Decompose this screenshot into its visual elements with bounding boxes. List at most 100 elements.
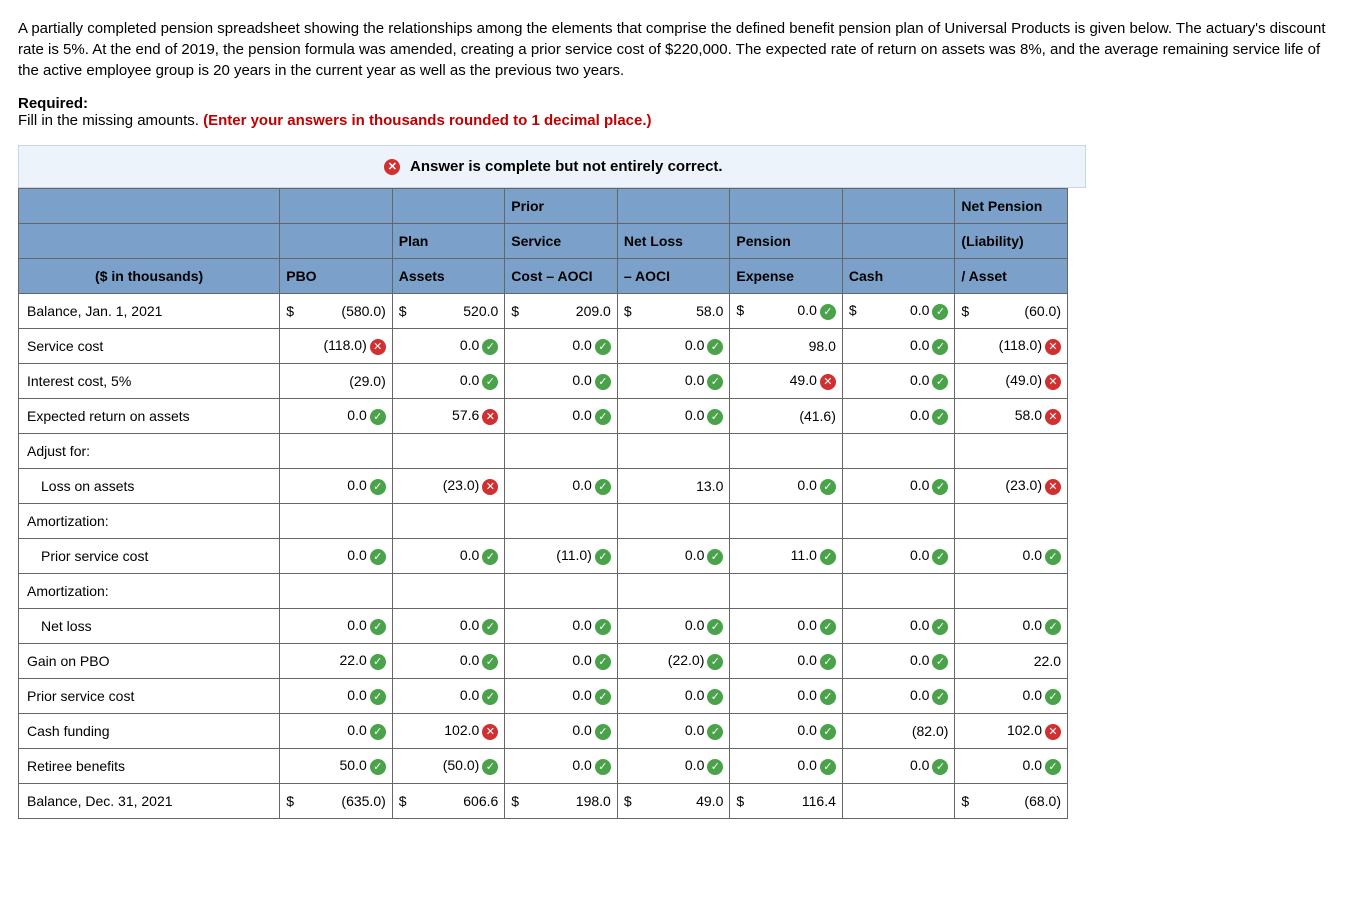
value-cell[interactable]: 0.0✓	[955, 609, 1068, 644]
value-cell[interactable]	[842, 434, 955, 469]
value-cell[interactable]: (82.0)	[842, 714, 955, 749]
value-cell[interactable]: (50.0)✓	[392, 749, 505, 784]
value-cell[interactable]: 0.0✓	[842, 469, 955, 504]
value-cell[interactable]: $49.0	[617, 784, 730, 819]
value-cell[interactable]: 0.0✓	[617, 399, 730, 434]
value-cell[interactable]: 0.0✓	[505, 679, 618, 714]
value-cell[interactable]	[505, 434, 618, 469]
value-cell[interactable]: 0.0✓	[505, 644, 618, 679]
value-cell[interactable]: 0.0✓	[280, 399, 393, 434]
value-cell[interactable]: 0.0✓	[842, 539, 955, 574]
value-cell[interactable]	[842, 504, 955, 539]
value-cell[interactable]: (11.0)✓	[505, 539, 618, 574]
value-cell[interactable]: 11.0✓	[730, 539, 843, 574]
value-cell[interactable]: 0.0✓	[392, 329, 505, 364]
value-cell[interactable]: 0.0✓	[842, 329, 955, 364]
value-cell[interactable]: 0.0✓	[842, 364, 955, 399]
value-cell[interactable]: $(60.0)	[955, 294, 1068, 329]
value-cell[interactable]: (23.0)✕	[392, 469, 505, 504]
value-cell[interactable]	[392, 504, 505, 539]
value-cell[interactable]	[392, 574, 505, 609]
value-cell[interactable]	[955, 574, 1068, 609]
value-cell[interactable]	[730, 574, 843, 609]
value-cell[interactable]	[392, 434, 505, 469]
value-cell[interactable]: 0.0✓	[842, 609, 955, 644]
value-cell[interactable]: 0.0✓	[280, 609, 393, 644]
value-cell[interactable]	[842, 784, 955, 819]
value-cell[interactable]	[280, 504, 393, 539]
value-cell[interactable]: 0.0✓	[280, 469, 393, 504]
value-cell[interactable]: 98.0	[730, 329, 843, 364]
value-cell[interactable]: 0.0✓	[617, 329, 730, 364]
value-cell[interactable]: 0.0✓	[617, 539, 730, 574]
value-cell[interactable]: 0.0✓	[505, 329, 618, 364]
value-cell[interactable]	[280, 434, 393, 469]
value-cell[interactable]: $520.0	[392, 294, 505, 329]
value-cell[interactable]	[842, 574, 955, 609]
value-cell[interactable]	[617, 574, 730, 609]
value-cell[interactable]: 0.0✓	[730, 714, 843, 749]
value-cell[interactable]: (29.0)	[280, 364, 393, 399]
value-cell[interactable]: 0.0✓	[505, 364, 618, 399]
value-cell[interactable]: 0.0✓	[505, 469, 618, 504]
value-cell[interactable]: (118.0)✕	[955, 329, 1068, 364]
value-cell[interactable]: 0.0✓	[505, 399, 618, 434]
value-cell[interactable]: 0.0✓	[392, 539, 505, 574]
value-cell[interactable]: 0.0✓	[955, 539, 1068, 574]
value-cell[interactable]	[280, 574, 393, 609]
value-cell[interactable]: 0.0✓	[617, 679, 730, 714]
value-cell[interactable]: $(580.0)	[280, 294, 393, 329]
value-cell[interactable]: 0.0✓	[730, 679, 843, 714]
value-cell[interactable]: 0.0✓	[730, 644, 843, 679]
value-cell[interactable]: (49.0)✕	[955, 364, 1068, 399]
value-cell[interactable]: 13.0	[617, 469, 730, 504]
value-cell[interactable]: $58.0	[617, 294, 730, 329]
value-cell[interactable]: 22.0✓	[280, 644, 393, 679]
value-cell[interactable]: 0.0✓	[955, 749, 1068, 784]
value-cell[interactable]	[730, 504, 843, 539]
value-cell[interactable]: 0.0✓	[842, 749, 955, 784]
value-cell[interactable]: 0.0✓	[505, 609, 618, 644]
value-cell[interactable]: 0.0✓	[280, 539, 393, 574]
value-cell[interactable]: 50.0✓	[280, 749, 393, 784]
value-cell[interactable]: 0.0✓	[730, 749, 843, 784]
value-cell[interactable]: 0.0✓	[617, 714, 730, 749]
value-cell[interactable]: (22.0)✓	[617, 644, 730, 679]
value-cell[interactable]: 0.0✓	[392, 364, 505, 399]
value-cell[interactable]	[505, 574, 618, 609]
value-cell[interactable]: 0.0✓	[617, 609, 730, 644]
value-cell[interactable]: 0.0✓	[955, 679, 1068, 714]
value-cell[interactable]: (41.6)	[730, 399, 843, 434]
value-cell[interactable]: 0.0✓	[617, 364, 730, 399]
value-cell[interactable]: 49.0✕	[730, 364, 843, 399]
value-cell[interactable]: $209.0	[505, 294, 618, 329]
value-cell[interactable]: 58.0✕	[955, 399, 1068, 434]
value-cell[interactable]: (23.0)✕	[955, 469, 1068, 504]
value-cell[interactable]: $(68.0)	[955, 784, 1068, 819]
value-cell[interactable]: 0.0✓	[842, 644, 955, 679]
value-cell[interactable]: (118.0)✕	[280, 329, 393, 364]
value-cell[interactable]: 0.0✓	[280, 679, 393, 714]
value-cell[interactable]: 0.0✓	[842, 679, 955, 714]
value-cell[interactable]: 0.0✓	[730, 609, 843, 644]
value-cell[interactable]: 22.0	[955, 644, 1068, 679]
value-cell[interactable]: 0.0✓	[842, 399, 955, 434]
value-cell[interactable]: 0.0✓	[730, 469, 843, 504]
value-cell[interactable]: 0.0✓	[505, 749, 618, 784]
value-cell[interactable]: $606.6	[392, 784, 505, 819]
value-cell[interactable]: $0.0✓	[730, 294, 843, 329]
value-cell[interactable]	[955, 504, 1068, 539]
value-cell[interactable]: $0.0✓	[842, 294, 955, 329]
value-cell[interactable]: 57.6✕	[392, 399, 505, 434]
value-cell[interactable]: 0.0✓	[392, 609, 505, 644]
value-cell[interactable]: $(635.0)	[280, 784, 393, 819]
value-cell[interactable]	[730, 434, 843, 469]
value-cell[interactable]: 102.0✕	[955, 714, 1068, 749]
value-cell[interactable]	[955, 434, 1068, 469]
value-cell[interactable]: 0.0✓	[280, 714, 393, 749]
value-cell[interactable]: 102.0✕	[392, 714, 505, 749]
value-cell[interactable]: 0.0✓	[617, 749, 730, 784]
value-cell[interactable]	[617, 434, 730, 469]
value-cell[interactable]	[505, 504, 618, 539]
value-cell[interactable]: 0.0✓	[392, 679, 505, 714]
